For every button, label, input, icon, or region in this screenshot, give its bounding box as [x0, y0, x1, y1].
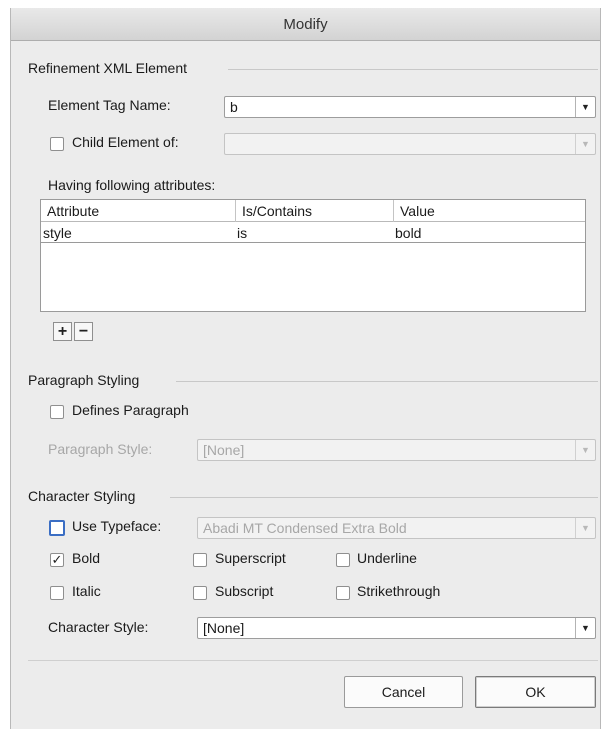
underline-label: Underline: [357, 550, 417, 566]
superscript-label: Superscript: [215, 550, 286, 566]
element-tag-value: b: [230, 99, 238, 115]
element-tag-select[interactable]: b ▼: [224, 96, 596, 118]
child-element-checkbox[interactable]: [50, 137, 64, 151]
cell-value: bold: [395, 225, 422, 241]
child-element-select[interactable]: ▼: [224, 133, 596, 155]
italic-checkbox[interactable]: [50, 586, 64, 600]
cancel-button[interactable]: Cancel: [344, 676, 463, 708]
strikethrough-checkbox[interactable]: [336, 586, 350, 600]
chevron-down-icon: ▼: [575, 440, 595, 460]
underline-checkbox[interactable]: [336, 553, 350, 567]
table-row[interactable]: [41, 223, 585, 243]
ok-button[interactable]: OK: [475, 676, 596, 708]
paragraph-style-select[interactable]: [None] ▼: [197, 439, 596, 461]
footer-divider: [28, 660, 598, 661]
chevron-down-icon: ▼: [575, 618, 595, 638]
table-header: Attribute Is/Contains Value: [41, 200, 585, 222]
column-header-is-contains[interactable]: Is/Contains: [236, 200, 394, 222]
dialog-title: Modify: [11, 8, 600, 41]
cell-attribute: style: [43, 225, 72, 241]
subscript-checkbox[interactable]: [193, 586, 207, 600]
character-divider: [170, 497, 598, 498]
chevron-down-icon: ▼: [575, 97, 595, 117]
strikethrough-label: Strikethrough: [357, 583, 441, 599]
refinement-divider: [228, 69, 598, 70]
subscript-label: Subscript: [215, 583, 274, 599]
typeface-value: Abadi MT Condensed Extra Bold: [203, 520, 407, 536]
paragraph-section-title: Paragraph Styling: [28, 372, 140, 388]
character-style-value: [None]: [203, 620, 245, 636]
chevron-down-icon: ▼: [575, 134, 595, 154]
chevron-down-icon: ▼: [575, 518, 595, 538]
typeface-select[interactable]: Abadi MT Condensed Extra Bold ▼: [197, 517, 596, 539]
use-typeface-label: Use Typeface:: [72, 518, 162, 534]
character-style-label: Character Style:: [48, 619, 149, 635]
remove-attribute-button[interactable]: −: [74, 322, 93, 341]
defines-paragraph-label: Defines Paragraph: [72, 402, 189, 418]
paragraph-style-value: [None]: [203, 442, 245, 458]
attributes-label: Having following attributes:: [48, 177, 216, 193]
child-element-label: Child Element of:: [72, 134, 179, 150]
bold-label: Bold: [72, 550, 101, 566]
checkmark-icon: ✓: [51, 552, 63, 567]
column-header-attribute[interactable]: Attribute: [41, 200, 236, 222]
cell-is-contains: is: [237, 225, 248, 241]
refinement-section-title: Refinement XML Element: [28, 60, 187, 76]
add-attribute-button[interactable]: +: [53, 322, 72, 341]
column-header-value[interactable]: Value: [394, 200, 586, 222]
italic-label: Italic: [72, 583, 101, 599]
paragraph-divider: [176, 381, 598, 382]
character-style-select[interactable]: [None] ▼: [197, 617, 596, 639]
attributes-table: Attribute Is/Contains Value style is bol…: [40, 199, 586, 312]
paragraph-style-label: Paragraph Style:: [48, 441, 153, 457]
use-typeface-checkbox[interactable]: [49, 520, 65, 536]
defines-paragraph-checkbox[interactable]: [50, 405, 64, 419]
bold-checkbox[interactable]: ✓: [50, 553, 64, 567]
element-tag-label: Element Tag Name:: [48, 97, 171, 113]
superscript-checkbox[interactable]: [193, 553, 207, 567]
character-section-title: Character Styling: [28, 488, 136, 504]
